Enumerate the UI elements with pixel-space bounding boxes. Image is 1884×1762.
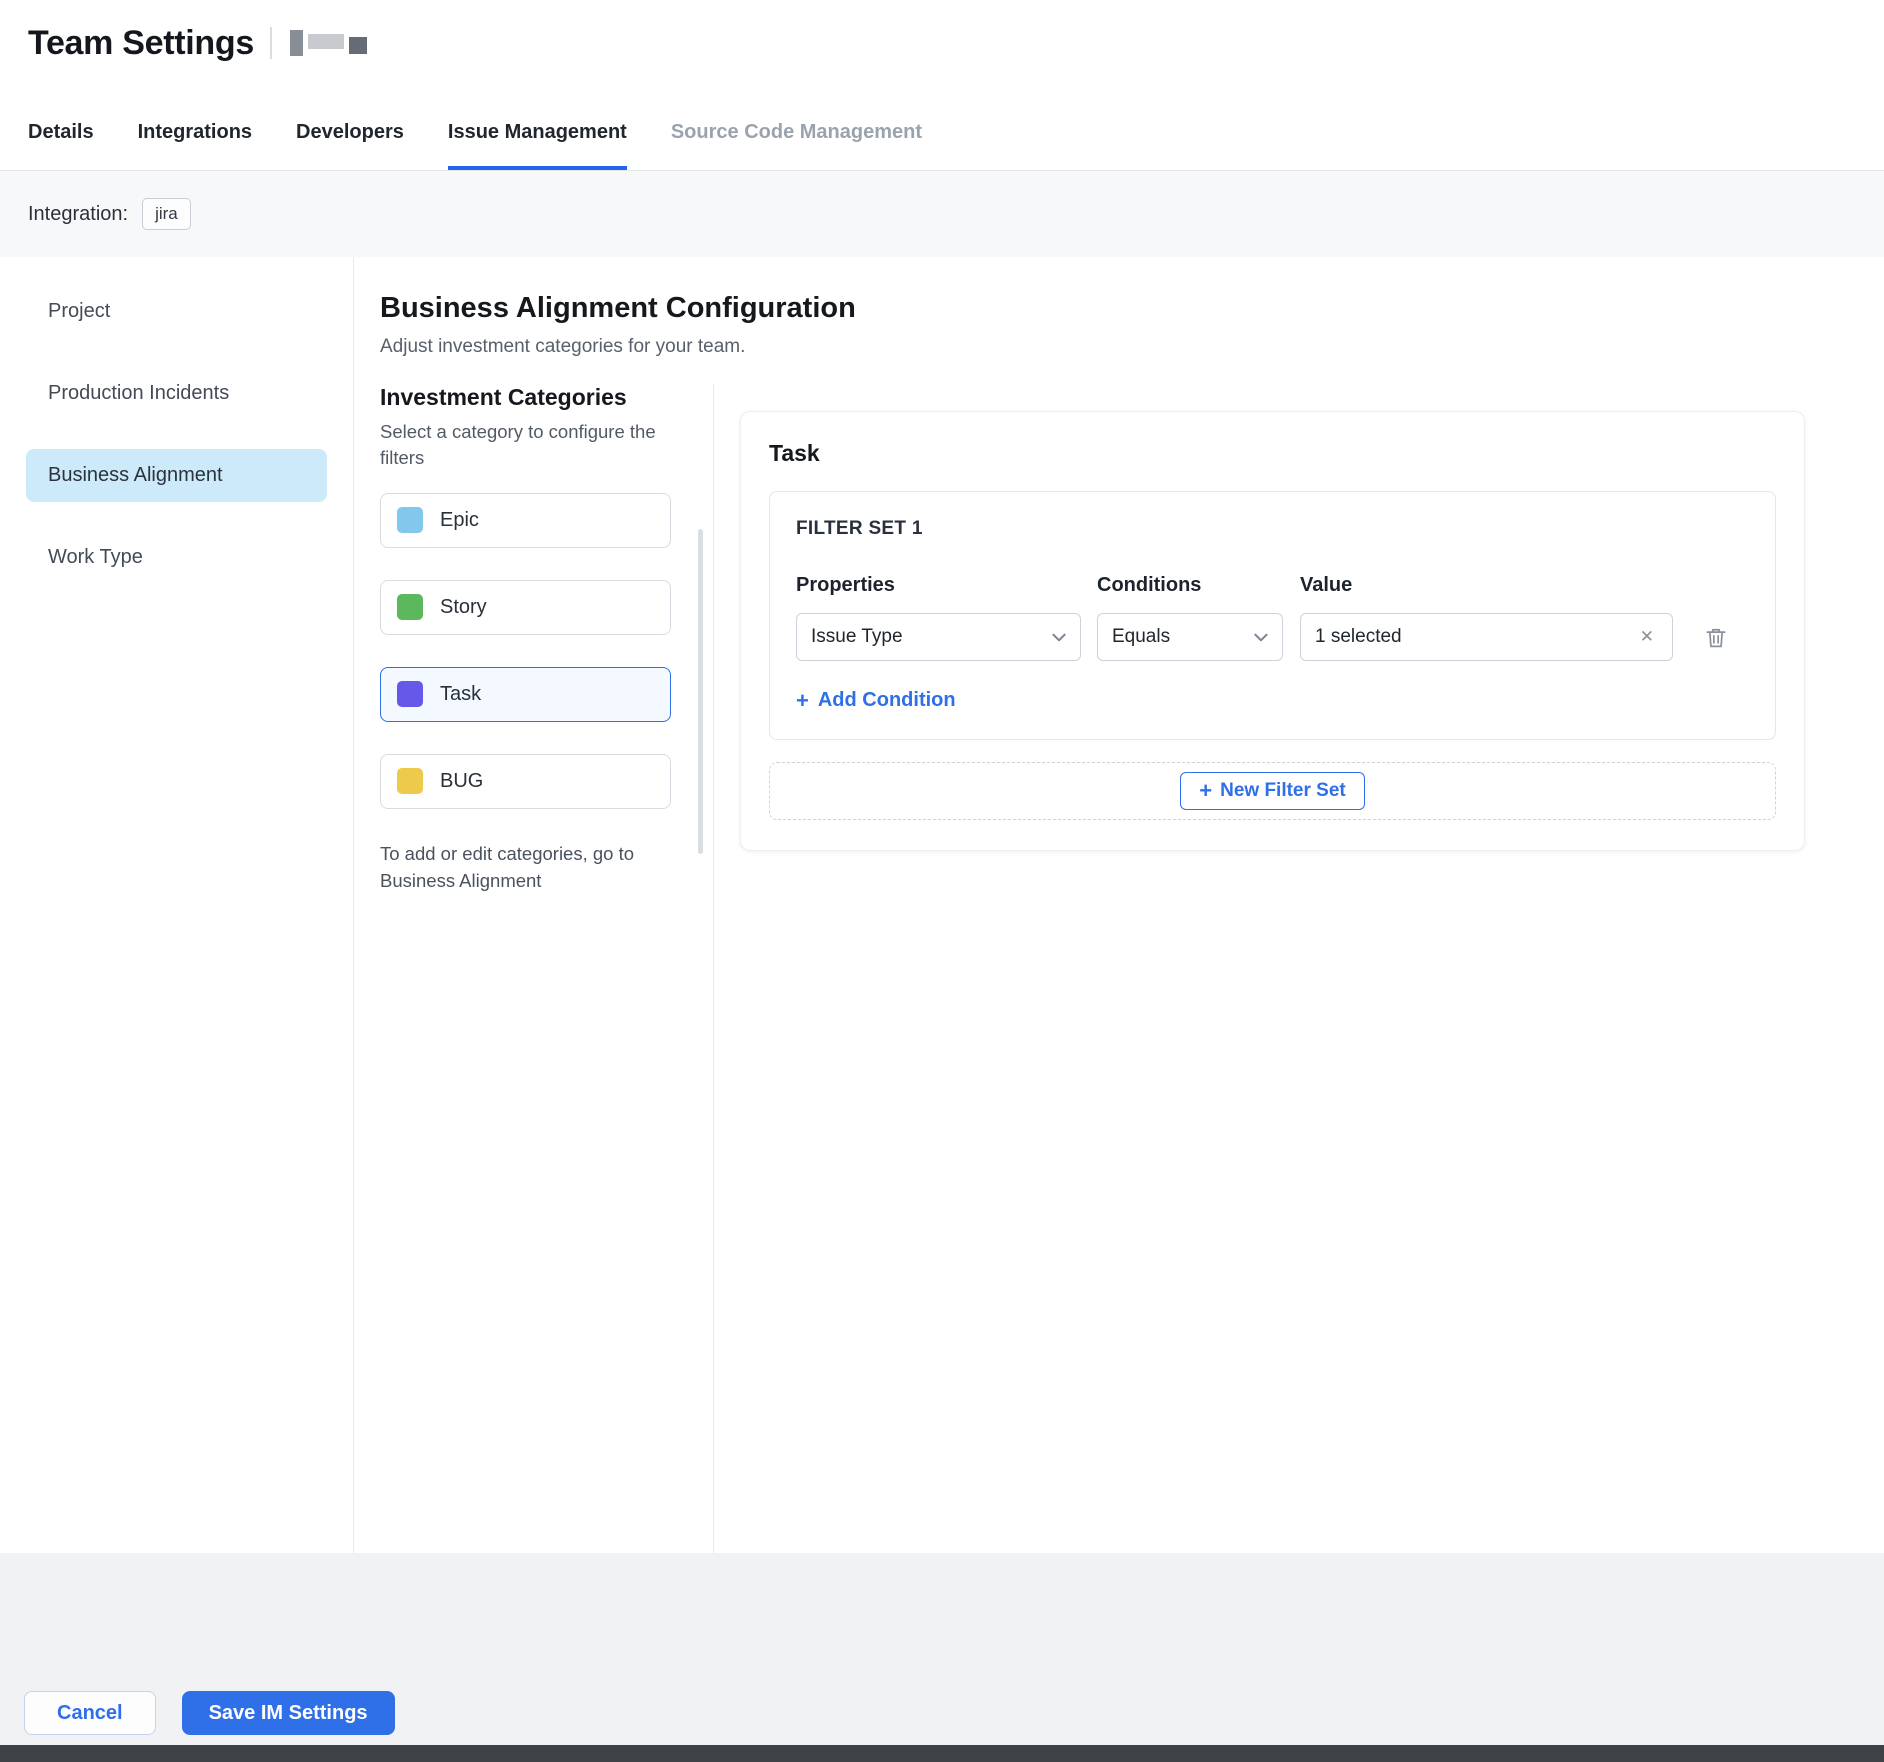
condition-select-value: Equals: [1112, 626, 1170, 648]
new-filter-set-label: New Filter Set: [1220, 780, 1346, 802]
category-list: Epic Story Task BUG: [380, 493, 689, 809]
integration-bar: Integration: jira: [0, 171, 1884, 257]
condition-select[interactable]: Equals: [1097, 613, 1283, 661]
category-button-epic[interactable]: Epic: [380, 493, 671, 548]
category-color-swatch: [397, 681, 423, 707]
category-button-bug[interactable]: BUG: [380, 754, 671, 809]
property-select[interactable]: Issue Type: [796, 613, 1081, 661]
delete-condition-button[interactable]: [1703, 624, 1729, 651]
category-color-swatch: [397, 768, 423, 794]
redacted-team-name: [290, 30, 367, 56]
sidebar-item-work-type[interactable]: Work Type: [26, 531, 327, 584]
trash-icon: [1703, 624, 1729, 651]
redacted-text-block: [308, 34, 344, 49]
filter-condition-row: Issue Type Equals: [796, 613, 1749, 661]
chevron-down-icon: [1254, 633, 1268, 642]
footer-bar: Cancel Save IM Settings: [0, 1553, 1884, 1745]
sidebar-item-production-incidents[interactable]: Production Incidents: [26, 367, 327, 420]
content-area: Project Production Incidents Business Al…: [0, 257, 1884, 1553]
app-header: Team Settings: [0, 0, 1884, 86]
main-section: Business Alignment Configuration Adjust …: [354, 257, 1884, 1553]
footer-actions: Cancel Save IM Settings: [24, 1691, 395, 1735]
sidebar-item-project[interactable]: Project: [26, 285, 327, 338]
categories-heading: Investment Categories: [380, 384, 689, 411]
clear-value-icon[interactable]: ✕: [1636, 625, 1658, 649]
tab-developers[interactable]: Developers: [296, 121, 404, 170]
integration-chip: jira: [142, 198, 191, 230]
task-filter-card: Task FILTER SET 1 Properties Conditions …: [740, 411, 1805, 851]
add-condition-button[interactable]: + Add Condition: [796, 689, 956, 712]
team-settings-page: Team Settings Details Integrations Devel…: [0, 0, 1884, 1762]
filter-set-1: FILTER SET 1 Properties Conditions Value…: [769, 491, 1776, 740]
section-title: Business Alignment Configuration: [380, 292, 1884, 325]
category-list-scrollbar[interactable]: [698, 529, 703, 854]
category-color-swatch: [397, 594, 423, 620]
title-separator: [270, 27, 272, 59]
property-select-value: Issue Type: [811, 626, 903, 648]
filter-panel-column: Task FILTER SET 1 Properties Conditions …: [713, 384, 1884, 1553]
tab-issue-management[interactable]: Issue Management: [448, 121, 627, 170]
category-label: Epic: [440, 509, 479, 532]
chevron-down-icon: [1052, 633, 1066, 642]
integration-label: Integration:: [28, 203, 128, 226]
column-header-properties: Properties: [796, 574, 1097, 597]
value-selected-text: 1 selected: [1315, 626, 1402, 648]
bottom-dark-strip: [0, 1745, 1884, 1762]
tab-integrations[interactable]: Integrations: [138, 121, 252, 170]
new-filter-set-area: + New Filter Set: [769, 762, 1776, 820]
new-filter-set-button[interactable]: + New Filter Set: [1180, 772, 1365, 810]
categories-description: Select a category to configure the filte…: [380, 419, 692, 471]
category-label: Task: [440, 683, 481, 706]
plus-icon: +: [1199, 780, 1212, 802]
tab-bar: Details Integrations Developers Issue Ma…: [0, 86, 1884, 171]
categories-footnote: To add or edit categories, go to Busines…: [380, 841, 680, 895]
section-subtitle: Adjust investment categories for your te…: [380, 336, 1884, 358]
save-im-settings-button[interactable]: Save IM Settings: [182, 1691, 395, 1735]
column-header-conditions: Conditions: [1097, 574, 1300, 597]
filter-set-title: FILTER SET 1: [796, 518, 1749, 540]
category-color-swatch: [397, 507, 423, 533]
category-label: BUG: [440, 770, 483, 793]
plus-icon: +: [796, 690, 809, 712]
add-condition-label: Add Condition: [818, 689, 956, 712]
category-button-story[interactable]: Story: [380, 580, 671, 635]
redacted-text-block: [290, 30, 303, 56]
filter-column-headers: Properties Conditions Value: [796, 574, 1749, 597]
redacted-text-block: [349, 37, 367, 54]
cancel-button[interactable]: Cancel: [24, 1691, 156, 1735]
column-header-value: Value: [1300, 574, 1673, 597]
filter-card-title: Task: [769, 440, 1776, 467]
tab-details[interactable]: Details: [28, 121, 94, 170]
settings-side-nav: Project Production Incidents Business Al…: [0, 257, 354, 1553]
sidebar-item-business-alignment[interactable]: Business Alignment: [26, 449, 327, 502]
category-button-task[interactable]: Task: [380, 667, 671, 722]
investment-categories-column: Investment Categories Select a category …: [380, 384, 713, 1553]
category-label: Story: [440, 596, 487, 619]
tab-source-code-management[interactable]: Source Code Management: [671, 121, 922, 170]
value-multiselect[interactable]: 1 selected ✕: [1300, 613, 1673, 661]
page-title: Team Settings: [28, 24, 254, 63]
